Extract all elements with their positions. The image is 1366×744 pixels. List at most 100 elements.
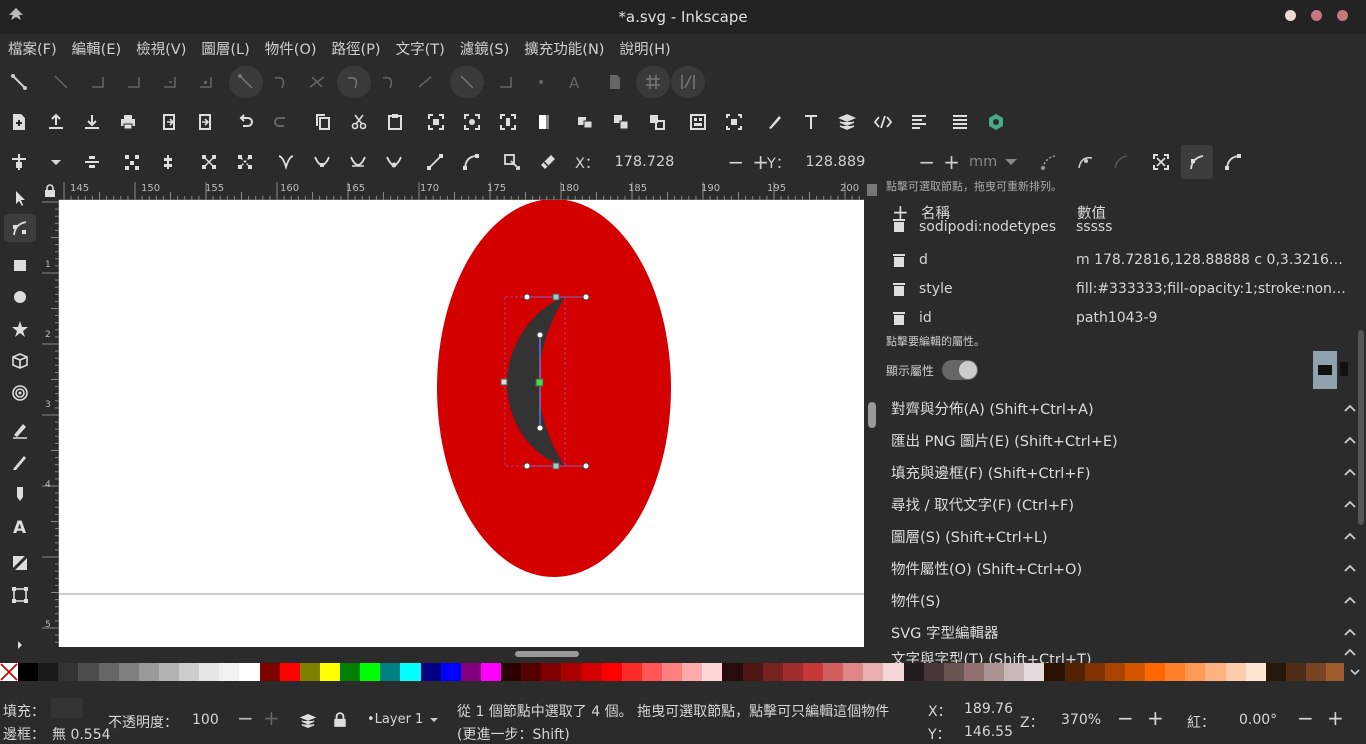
color-swatch[interactable] <box>1145 663 1166 681</box>
menu-object[interactable]: 物件(O) <box>265 38 317 59</box>
expand-toolbox-icon[interactable] <box>10 635 30 655</box>
menu-help[interactable]: 說明(H) <box>619 38 670 59</box>
color-swatch[interactable] <box>340 663 361 681</box>
color-swatch[interactable] <box>802 663 823 681</box>
color-swatch[interactable] <box>1104 663 1125 681</box>
snap-toggle-icon[interactable] <box>10 73 28 91</box>
snap-intersection-icon[interactable] <box>308 73 326 91</box>
save-icon[interactable] <box>83 113 101 131</box>
node-handle[interactable] <box>536 424 544 432</box>
color-swatch[interactable] <box>239 663 260 681</box>
opacity-input[interactable]: 100 <box>192 712 219 728</box>
y-increment-button[interactable]: + <box>943 150 960 174</box>
color-swatch[interactable] <box>1044 663 1065 681</box>
y-input[interactable]: 128.889 <box>805 154 905 170</box>
dock-objects[interactable]: 物件(S) <box>891 584 1356 616</box>
color-swatch[interactable] <box>742 663 763 681</box>
paste-icon[interactable] <box>386 113 404 131</box>
scrollbar-thumb[interactable] <box>515 651 579 657</box>
node[interactable] <box>552 293 560 301</box>
stroke-to-path-icon[interactable] <box>539 153 557 171</box>
attribute-row[interactable]: d m 178.72816,128.88888 c 0,3.3216… <box>880 246 1366 274</box>
color-swatch[interactable] <box>561 663 582 681</box>
layer-select[interactable]: •Layer 1 <box>367 712 439 727</box>
join-nodes-icon[interactable] <box>123 153 141 171</box>
menu-extensions[interactable]: 擴充功能(N) <box>524 38 604 59</box>
color-swatch[interactable] <box>78 663 99 681</box>
x-decrement-button[interactable]: − <box>727 150 744 174</box>
color-swatch[interactable] <box>38 663 59 681</box>
dock-text-font[interactable]: 文字與字型(T) (Shift+Ctrl+T) <box>891 648 1356 664</box>
layout-toggle-button[interactable] <box>1313 351 1337 389</box>
color-swatch[interactable] <box>360 663 381 681</box>
color-swatch[interactable] <box>682 663 703 681</box>
group-icon[interactable] <box>689 113 707 131</box>
color-swatch[interactable] <box>138 663 159 681</box>
color-swatch[interactable] <box>1225 663 1246 681</box>
pencil-tool-icon[interactable] <box>10 452 30 472</box>
import-icon[interactable] <box>160 113 178 131</box>
opacity-increment-button[interactable]: + <box>263 706 280 730</box>
color-swatch[interactable] <box>903 663 924 681</box>
rotation-increment-button[interactable]: + <box>1327 706 1344 730</box>
copy-icon[interactable] <box>314 113 332 131</box>
color-swatch[interactable] <box>843 663 864 681</box>
show-handles-icon[interactable] <box>1076 153 1094 171</box>
unit-select[interactable]: mm <box>969 142 1020 182</box>
opacity-decrement-button[interactable]: − <box>237 706 254 730</box>
snap-center-icon[interactable] <box>196 73 214 91</box>
attribute-row[interactable]: id path1043-9 <box>880 304 1366 332</box>
menu-view[interactable]: 檢視(V) <box>136 38 186 59</box>
color-swatch[interactable] <box>259 663 280 681</box>
color-swatch[interactable] <box>541 663 562 681</box>
color-swatch[interactable] <box>299 663 320 681</box>
color-swatch[interactable] <box>1285 663 1306 681</box>
color-swatch[interactable] <box>1245 663 1266 681</box>
object-to-path-icon[interactable] <box>503 153 521 171</box>
duplicate-icon[interactable] <box>576 113 594 131</box>
node[interactable] <box>552 462 560 470</box>
color-swatch[interactable] <box>440 663 461 681</box>
color-swatch[interactable] <box>279 663 300 681</box>
node-handle[interactable] <box>582 462 590 470</box>
dock-fill-stroke[interactable]: 填充與邊框(F) (Shift+Ctrl+F) <box>891 456 1356 488</box>
color-swatch[interactable] <box>58 663 79 681</box>
color-swatch[interactable] <box>460 663 481 681</box>
redo-icon[interactable] <box>272 113 290 131</box>
color-swatch[interactable] <box>98 663 119 681</box>
color-swatch[interactable] <box>863 663 884 681</box>
edit-path-effect-button[interactable] <box>1181 145 1213 179</box>
fill-indicator[interactable] <box>51 698 83 718</box>
rotation-input[interactable]: 0.00° <box>1239 712 1277 728</box>
cusp-node-icon[interactable] <box>277 153 295 171</box>
color-swatch[interactable] <box>581 663 602 681</box>
color-swatch[interactable] <box>521 663 542 681</box>
menu-file[interactable]: 檔案(F) <box>8 38 57 59</box>
panel-scrollbar[interactable] <box>1358 330 1364 525</box>
trash-icon[interactable] <box>892 218 906 232</box>
palette-menu-button[interactable] <box>1344 663 1366 681</box>
lock-icon[interactable] <box>333 712 347 728</box>
color-swatch[interactable] <box>702 663 723 681</box>
cms-toggle-button[interactable] <box>867 184 877 196</box>
spiral-tool-icon[interactable] <box>10 383 30 403</box>
snap-midpoint-icon[interactable] <box>160 73 178 91</box>
snap-rotation-center-icon[interactable] <box>532 73 550 91</box>
xml-editor-icon[interactable] <box>874 113 892 131</box>
menu-path[interactable]: 路徑(P) <box>332 38 381 59</box>
unlink-clone-icon[interactable] <box>648 113 666 131</box>
layers-icon[interactable] <box>838 113 856 131</box>
drawing-canvas[interactable] <box>59 200 864 647</box>
color-swatch[interactable] <box>219 663 240 681</box>
color-swatch[interactable] <box>641 663 662 681</box>
color-swatch[interactable] <box>883 663 904 681</box>
show-clip-mask-icon[interactable] <box>1152 153 1170 171</box>
color-swatch[interactable] <box>601 663 622 681</box>
smooth-node-icon[interactable] <box>313 153 331 171</box>
color-swatch[interactable] <box>18 663 39 681</box>
red-ellipse[interactable] <box>437 200 671 577</box>
join-segment-icon[interactable] <box>200 153 218 171</box>
fill-stroke-icon[interactable] <box>766 113 784 131</box>
dock-find-replace[interactable]: 尋找 / 取代文字(F) (Ctrl+F) <box>891 488 1356 520</box>
print-icon[interactable] <box>119 113 137 131</box>
